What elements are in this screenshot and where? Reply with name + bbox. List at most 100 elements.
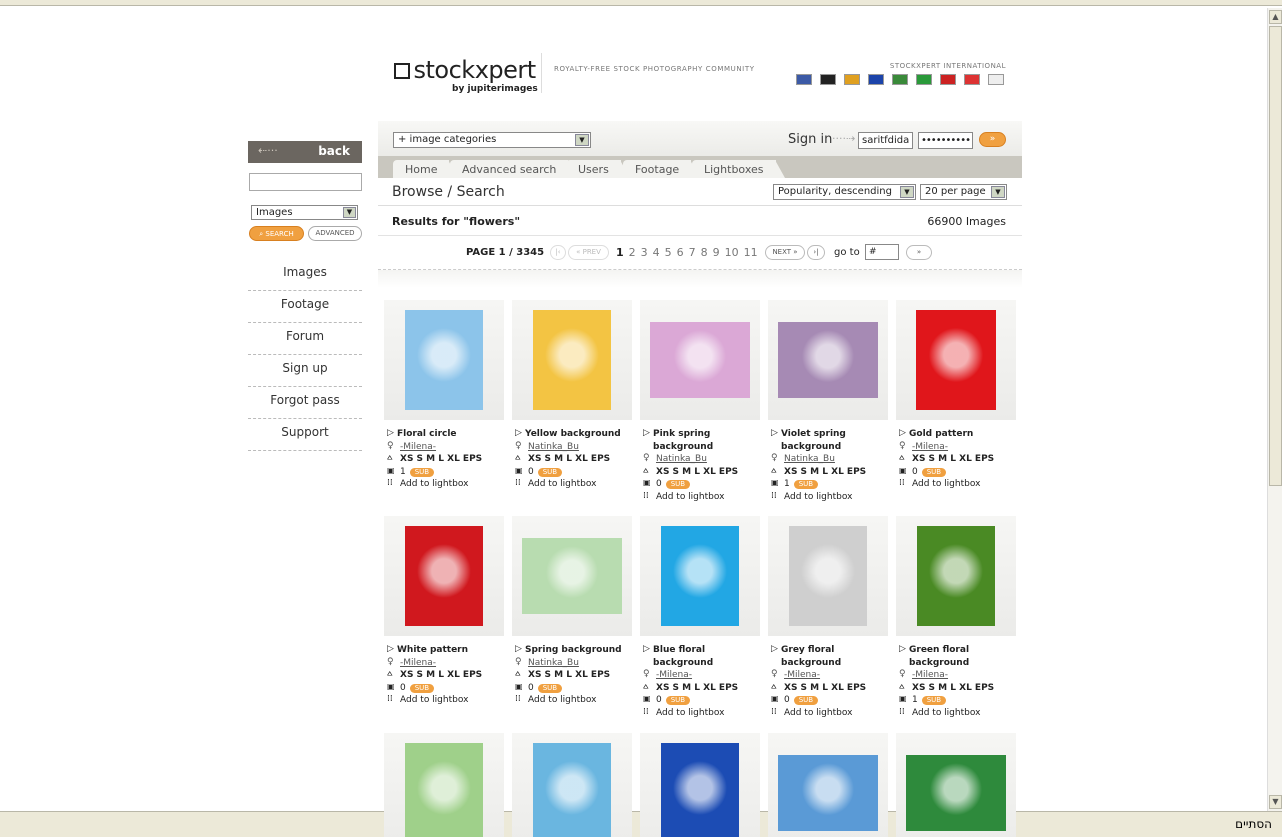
flag-icon[interactable]: [916, 74, 932, 85]
image-title-link[interactable]: Yellow background: [515, 427, 632, 441]
goto-page-input[interactable]: #: [865, 244, 899, 260]
prev-page-button[interactable]: « PREV: [568, 245, 609, 260]
size-options[interactable]: XS S M L XL EPS: [899, 681, 1016, 695]
image-title-link[interactable]: Violet spring background: [771, 427, 888, 453]
author-link[interactable]: Natinka_Bu: [643, 452, 760, 466]
author-link[interactable]: -Milena-: [387, 656, 504, 670]
sidebar-search-input[interactable]: [249, 173, 362, 191]
size-options[interactable]: XS S M L XL EPS: [515, 668, 632, 682]
size-options[interactable]: XS S M L XL EPS: [899, 452, 1016, 466]
page-number-link[interactable]: 3: [641, 246, 648, 259]
flag-icon[interactable]: [892, 74, 908, 85]
image-thumbnail[interactable]: [533, 743, 611, 837]
tab-users[interactable]: Users: [566, 160, 630, 178]
add-to-lightbox-link[interactable]: Add to lightbox: [899, 706, 1016, 720]
flag-icon[interactable]: [988, 74, 1004, 85]
tab-home[interactable]: Home: [393, 160, 460, 178]
author-link[interactable]: Natinka_Bu: [771, 452, 888, 466]
sidebar-item-forum[interactable]: Forum: [248, 323, 362, 355]
image-title-link[interactable]: Blue floral background: [643, 643, 760, 669]
size-options[interactable]: XS S M L XL EPS: [643, 681, 760, 695]
scroll-up-icon[interactable]: ▲: [1269, 10, 1282, 24]
page-number-link[interactable]: 9: [713, 246, 720, 259]
author-link[interactable]: -Milena-: [899, 440, 1016, 454]
sidebar-item-images[interactable]: Images: [248, 259, 362, 291]
image-title-link[interactable]: Green floral background: [899, 643, 1016, 669]
image-thumbnail[interactable]: [533, 310, 611, 410]
next-page-button[interactable]: NEXT »: [765, 245, 805, 260]
goto-button[interactable]: »: [906, 245, 932, 260]
author-link[interactable]: Natinka_Bu: [515, 440, 632, 454]
search-button[interactable]: ⌕ SEARCH: [249, 226, 304, 241]
site-logo[interactable]: stockxpert by jupiterimages: [394, 56, 538, 94]
size-options[interactable]: XS S M L XL EPS: [771, 681, 888, 695]
image-thumbnail[interactable]: [522, 538, 622, 614]
flag-icon[interactable]: [844, 74, 860, 85]
sidebar-item-sign-up[interactable]: Sign up: [248, 355, 362, 387]
advanced-button[interactable]: ADVANCED: [308, 226, 362, 241]
back-button[interactable]: ⇠··· back: [248, 141, 362, 163]
size-options[interactable]: XS S M L XL EPS: [643, 465, 760, 479]
add-to-lightbox-link[interactable]: Add to lightbox: [899, 477, 1016, 491]
image-thumbnail[interactable]: [916, 310, 996, 410]
image-thumbnail[interactable]: [661, 743, 739, 837]
page-number-link[interactable]: 11: [744, 246, 758, 259]
vertical-scrollbar[interactable]: ▲ ▼: [1267, 8, 1282, 811]
add-to-lightbox-link[interactable]: Add to lightbox: [771, 490, 888, 504]
page-number-link[interactable]: 7: [689, 246, 696, 259]
per-page-select[interactable]: 20 per page ▼: [920, 184, 1007, 200]
author-link[interactable]: -Milena-: [387, 440, 504, 454]
flag-icon[interactable]: [796, 74, 812, 85]
page-number-link[interactable]: 5: [665, 246, 672, 259]
sidebar-item-forgot-pass[interactable]: Forgot pass: [248, 387, 362, 419]
author-link[interactable]: Natinka_Bu: [515, 656, 632, 670]
password-input[interactable]: ••••••••••: [918, 132, 973, 149]
size-options[interactable]: XS S M L XL EPS: [515, 452, 632, 466]
image-thumbnail[interactable]: [778, 755, 878, 831]
page-number-link[interactable]: 8: [701, 246, 708, 259]
author-link[interactable]: -Milena-: [771, 668, 888, 682]
first-page-button[interactable]: |‹: [550, 245, 566, 260]
image-thumbnail[interactable]: [405, 743, 483, 837]
page-number-link[interactable]: 1: [616, 246, 624, 259]
add-to-lightbox-link[interactable]: Add to lightbox: [387, 693, 504, 707]
scroll-down-icon[interactable]: ▼: [1269, 795, 1282, 809]
author-link[interactable]: -Milena-: [643, 668, 760, 682]
tab-footage[interactable]: Footage: [623, 160, 701, 178]
image-title-link[interactable]: Floral circle: [387, 427, 504, 441]
image-title-link[interactable]: White pattern: [387, 643, 504, 657]
image-thumbnail[interactable]: [650, 322, 750, 398]
username-input[interactable]: saritfdida: [858, 132, 913, 149]
media-type-select[interactable]: Images ▼: [251, 205, 358, 220]
page-number-link[interactable]: 10: [725, 246, 739, 259]
page-number-link[interactable]: 6: [677, 246, 684, 259]
add-to-lightbox-link[interactable]: Add to lightbox: [771, 706, 888, 720]
size-options[interactable]: XS S M L XL EPS: [771, 465, 888, 479]
image-title-link[interactable]: Grey floral background: [771, 643, 888, 669]
add-to-lightbox-link[interactable]: Add to lightbox: [515, 477, 632, 491]
page-number-link[interactable]: 4: [653, 246, 660, 259]
tab-lightboxes[interactable]: Lightboxes: [692, 160, 784, 178]
image-thumbnail[interactable]: [917, 526, 995, 626]
flag-icon[interactable]: [964, 74, 980, 85]
image-thumbnail[interactable]: [405, 310, 483, 410]
add-to-lightbox-link[interactable]: Add to lightbox: [515, 693, 632, 707]
last-page-button[interactable]: ›|: [807, 245, 825, 260]
size-options[interactable]: XS S M L XL EPS: [387, 452, 504, 466]
image-thumbnail[interactable]: [789, 526, 867, 626]
flag-icon[interactable]: [820, 74, 836, 85]
flag-icon[interactable]: [868, 74, 884, 85]
page-number-link[interactable]: 2: [629, 246, 636, 259]
image-categories-select[interactable]: + image categories ▼: [393, 132, 591, 148]
add-to-lightbox-link[interactable]: Add to lightbox: [643, 706, 760, 720]
sidebar-item-support[interactable]: Support: [248, 419, 362, 451]
author-link[interactable]: -Milena-: [899, 668, 1016, 682]
image-title-link[interactable]: Pink spring background: [643, 427, 760, 453]
signin-go-button[interactable]: »: [979, 132, 1006, 147]
sidebar-item-footage[interactable]: Footage: [248, 291, 362, 323]
image-thumbnail[interactable]: [906, 755, 1006, 831]
flag-icon[interactable]: [940, 74, 956, 85]
sort-select[interactable]: Popularity, descending ▼: [773, 184, 916, 200]
image-thumbnail[interactable]: [661, 526, 739, 626]
add-to-lightbox-link[interactable]: Add to lightbox: [643, 490, 760, 504]
